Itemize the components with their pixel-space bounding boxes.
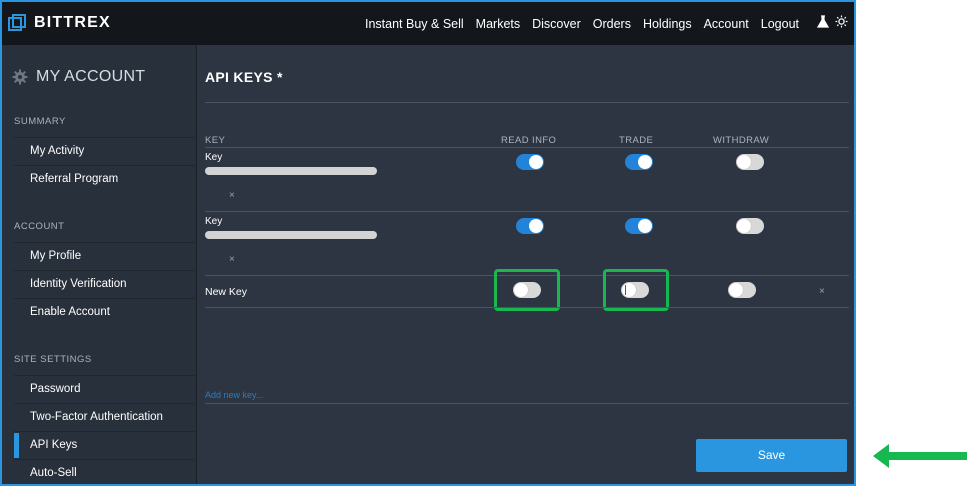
nav-markets[interactable]: Markets xyxy=(476,17,520,31)
row-divider xyxy=(205,211,849,212)
gear-icon xyxy=(12,69,28,85)
sidebar-item-my-profile[interactable]: My Profile xyxy=(14,242,197,270)
sidebar-item-password[interactable]: Password xyxy=(14,375,197,403)
row-divider xyxy=(205,307,849,308)
key-label: Key xyxy=(205,216,223,227)
title-divider xyxy=(205,102,849,103)
nav-instant-buy-sell[interactable]: Instant Buy & Sell xyxy=(365,17,464,31)
sidebar: MY ACCOUNT SUMMARY My Activity Referral … xyxy=(2,45,197,484)
logo-text: BITTREX xyxy=(34,14,111,31)
new-key-label: New Key xyxy=(205,286,248,298)
add-new-key-link[interactable]: Add new key... xyxy=(205,390,263,400)
nav-holdings[interactable]: Holdings xyxy=(643,17,692,31)
sidebar-item-auto-sell[interactable]: Auto-Sell xyxy=(14,459,197,484)
sidebar-item-identity-verification[interactable]: Identity Verification xyxy=(14,270,197,298)
bittrex-logo[interactable]: BITTREX xyxy=(8,14,111,32)
nav-discover[interactable]: Discover xyxy=(532,17,581,31)
text-cursor-icon xyxy=(625,285,626,295)
sidebar-title: MY ACCOUNT xyxy=(12,68,145,86)
read-info-toggle[interactable] xyxy=(516,218,544,234)
sidebar-title-text: MY ACCOUNT xyxy=(36,68,146,85)
nav-orders[interactable]: Orders xyxy=(593,17,631,31)
column-header-trade: TRADE xyxy=(619,135,654,146)
new-key-read-info-toggle[interactable] xyxy=(513,282,541,298)
trade-toggle[interactable] xyxy=(625,218,653,234)
column-header-withdraw: WITHDRAW xyxy=(713,135,770,146)
main-nav: Instant Buy & Sell Markets Discover Orde… xyxy=(365,2,854,45)
new-key-trade-toggle[interactable] xyxy=(621,282,649,298)
flask-icon[interactable] xyxy=(816,14,830,33)
save-button[interactable]: Save xyxy=(696,439,847,472)
nav-account[interactable]: Account xyxy=(704,17,749,31)
key-label: Key xyxy=(205,152,223,163)
sidebar-item-enable-account[interactable]: Enable Account xyxy=(14,298,197,326)
trade-toggle[interactable] xyxy=(625,154,653,170)
column-header-key: KEY xyxy=(205,135,226,146)
delete-key-icon[interactable]: × xyxy=(229,254,235,265)
section-heading-site-settings: SITE SETTINGS xyxy=(14,354,92,365)
redacted-key-value xyxy=(205,167,377,175)
column-header-read-info: READ INFO xyxy=(501,135,557,146)
main-content: API KEYS * KEY READ INFO TRADE WITHDRAW … xyxy=(198,45,854,484)
withdraw-toggle[interactable] xyxy=(736,154,764,170)
sidebar-item-two-factor-authentication[interactable]: Two-Factor Authentication xyxy=(14,403,197,431)
top-navbar: BITTREX Instant Buy & Sell Markets Disco… xyxy=(2,2,854,45)
read-info-toggle[interactable] xyxy=(516,154,544,170)
section-heading-summary: SUMMARY xyxy=(14,116,66,127)
bittrex-logo-icon xyxy=(8,14,26,31)
app-window: BITTREX Instant Buy & Sell Markets Disco… xyxy=(0,0,856,486)
sidebar-item-api-keys[interactable]: API Keys xyxy=(14,431,197,459)
section-heading-account: ACCOUNT xyxy=(14,221,65,232)
sidebar-item-my-activity[interactable]: My Activity xyxy=(14,137,197,165)
header-divider xyxy=(205,147,849,148)
sun-icon[interactable] xyxy=(835,15,848,33)
redacted-key-value xyxy=(205,231,377,239)
nav-logout[interactable]: Logout xyxy=(761,17,799,31)
delete-key-icon[interactable]: × xyxy=(229,190,235,201)
withdraw-toggle[interactable] xyxy=(736,218,764,234)
page-title: API KEYS * xyxy=(205,69,283,85)
new-key-withdraw-toggle[interactable] xyxy=(728,282,756,298)
delete-new-key-icon[interactable]: × xyxy=(819,286,825,297)
green-arrow-icon xyxy=(873,444,967,468)
sidebar-item-referral-program[interactable]: Referral Program xyxy=(14,165,197,193)
footer-divider xyxy=(205,403,849,404)
